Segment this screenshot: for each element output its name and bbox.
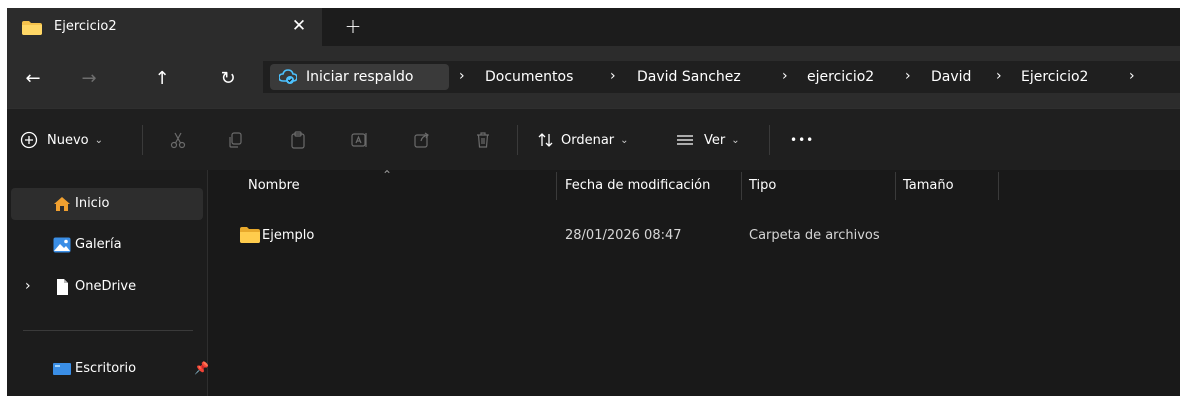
sidebar-item-label: Escritorio (75, 361, 137, 376)
breadcrumb-root[interactable]: Iniciar respaldo (270, 64, 449, 90)
folder-icon (240, 227, 260, 243)
column-header-type[interactable]: Tipo (749, 178, 776, 193)
more-options-button[interactable]: ••• (790, 129, 814, 151)
sidebar-item-inicio[interactable]: Inicio (11, 188, 203, 220)
sidebar-item-label: OneDrive (75, 279, 137, 294)
file-list: Nombre ⌃ Fecha de modificación Tipo Tama… (208, 168, 1180, 396)
sort-icon (538, 133, 553, 147)
up-button[interactable]: ↑ (147, 64, 177, 92)
breadcrumb-separator[interactable]: › (610, 68, 616, 84)
breadcrumb-separator[interactable]: › (1129, 68, 1135, 84)
breadcrumb-root-label: Iniciar respaldo (306, 69, 414, 85)
breadcrumb-david-sanchez[interactable]: David Sanchez (637, 69, 741, 85)
new-button[interactable]: Nuevo ⌄ (20, 129, 103, 151)
cloud-backup-icon (279, 69, 297, 84)
breadcrumb-documentos[interactable]: Documentos (485, 69, 573, 85)
sort-button-label: Ordenar (561, 132, 615, 148)
rename-icon[interactable] (349, 129, 371, 151)
sidebar-item-label: Galería (75, 237, 122, 252)
desktop-icon (53, 363, 71, 375)
sidebar-item-galeria[interactable]: Galería (11, 229, 203, 261)
gallery-icon (53, 237, 71, 253)
navigation-pane: Inicio Galería › OneDrive Escritorio 📌 (7, 170, 209, 396)
sidebar-divider (23, 330, 193, 331)
breadcrumb-separator[interactable]: › (782, 68, 788, 84)
sidebar-item-label: Inicio (75, 196, 110, 211)
address-bar[interactable]: Iniciar respaldo › Documentos › David Sa… (263, 61, 1180, 93)
sort-button[interactable]: Ordenar ⌄ (537, 129, 629, 151)
navigation-bar: ← → ↑ ↻ Iniciar respaldo › Documentos › … (7, 46, 1180, 108)
column-separator[interactable] (741, 172, 742, 200)
new-tab-button[interactable]: + (340, 14, 366, 38)
breadcrumb-separator[interactable]: › (905, 68, 911, 84)
breadcrumb-ejercicio2[interactable]: ejercicio2 (807, 69, 874, 85)
breadcrumb-separator[interactable]: › (996, 68, 1002, 84)
column-header-name[interactable]: Nombre (248, 178, 300, 193)
toolbar-divider (517, 125, 518, 155)
file-type: Carpeta de archivos (749, 228, 880, 243)
tab-bar: Ejercicio2 ✕ + (7, 8, 1180, 46)
column-header-size[interactable]: Tamaño (903, 178, 954, 193)
pin-icon[interactable]: 📌 (194, 361, 209, 375)
document-icon (57, 279, 68, 295)
tab-ejercicio2[interactable]: Ejercicio2 ✕ (7, 8, 322, 46)
delete-icon[interactable] (472, 129, 494, 151)
tab-title: Ejercicio2 (54, 19, 117, 34)
sidebar-item-escritorio[interactable]: Escritorio 📌 (11, 353, 209, 385)
breadcrumb-separator[interactable]: › (459, 68, 465, 84)
view-lines-icon (677, 135, 693, 145)
file-modified: 28/01/2026 08:47 (565, 228, 682, 243)
toolbar-divider (769, 125, 770, 155)
file-explorer-window: Ejercicio2 ✕ + ← → ↑ ↻ Iniciar respaldo … (7, 8, 1180, 396)
chevron-down-icon: ⌄ (731, 134, 740, 146)
new-button-label: Nuevo (47, 132, 89, 148)
column-separator[interactable] (895, 172, 896, 200)
share-icon[interactable] (411, 129, 433, 151)
command-bar: Nuevo ⌄ Ordenar ⌄ Ver ⌄ ••• (7, 108, 1180, 170)
forward-button[interactable]: → (74, 64, 104, 92)
sidebar-item-onedrive[interactable]: › OneDrive (11, 271, 203, 303)
view-button-label: Ver (704, 132, 726, 148)
column-separator[interactable] (998, 172, 999, 200)
back-button[interactable]: ← (18, 64, 48, 92)
refresh-button[interactable]: ↻ (213, 64, 243, 92)
folder-icon (22, 21, 42, 35)
chevron-right-icon[interactable]: › (25, 278, 31, 294)
breadcrumb-david[interactable]: David (931, 69, 971, 85)
toolbar-divider (142, 125, 143, 155)
plus-circle-icon (20, 131, 38, 149)
sort-ascending-icon: ⌃ (382, 168, 393, 182)
file-name: Ejemplo (262, 228, 315, 243)
chevron-down-icon: ⌄ (620, 134, 629, 146)
breadcrumb-ejercicio2-current[interactable]: Ejercicio2 (1021, 69, 1088, 85)
close-tab-button[interactable]: ✕ (286, 14, 312, 38)
table-row[interactable]: Ejemplo 28/01/2026 08:47 Carpeta de arch… (208, 220, 998, 248)
column-header-modified[interactable]: Fecha de modificación (565, 178, 710, 193)
home-icon (54, 197, 70, 211)
paste-icon[interactable] (287, 129, 309, 151)
copy-icon[interactable] (225, 129, 247, 151)
chevron-down-icon: ⌄ (94, 134, 103, 146)
cut-icon[interactable] (167, 129, 189, 151)
column-separator[interactable] (556, 172, 557, 200)
view-button[interactable]: Ver ⌄ (675, 129, 740, 151)
